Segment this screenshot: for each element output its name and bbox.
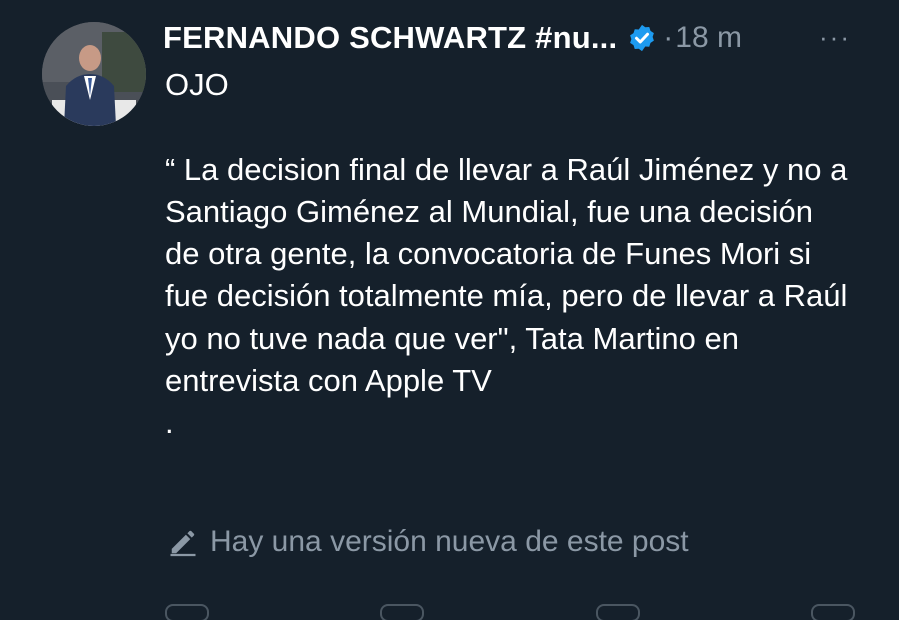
like-icon[interactable] [595, 604, 640, 620]
edit-pencil-icon [170, 530, 196, 557]
post-text: OJO “ La decision final de llevar a Raúl… [165, 67, 848, 441]
repost-icon[interactable] [380, 604, 425, 620]
author-avatar[interactable] [42, 22, 146, 126]
post-actions-bar [165, 604, 855, 620]
repost-context [110, 0, 530, 6]
edit-notice[interactable]: Hay una versión nueva de este post [168, 525, 689, 559]
views-icon[interactable] [810, 604, 855, 620]
post-header: FERNANDO SCHWARTZ #nu... · 18 m ··· [163, 16, 859, 60]
avatar-photo [42, 22, 146, 126]
header-separator: · [663, 21, 674, 54]
reply-icon[interactable] [165, 604, 209, 620]
edit-notice-label: Hay una versión nueva de este post [210, 525, 689, 558]
author-name[interactable]: FERNANDO SCHWARTZ #nu... [163, 20, 617, 56]
more-options-icon[interactable]: ··· [819, 22, 851, 53]
verified-badge-icon [630, 24, 655, 52]
post-body: OJO “ La decision final de llevar a Raúl… [165, 64, 855, 445]
post-timestamp[interactable]: 18 m [675, 21, 742, 55]
